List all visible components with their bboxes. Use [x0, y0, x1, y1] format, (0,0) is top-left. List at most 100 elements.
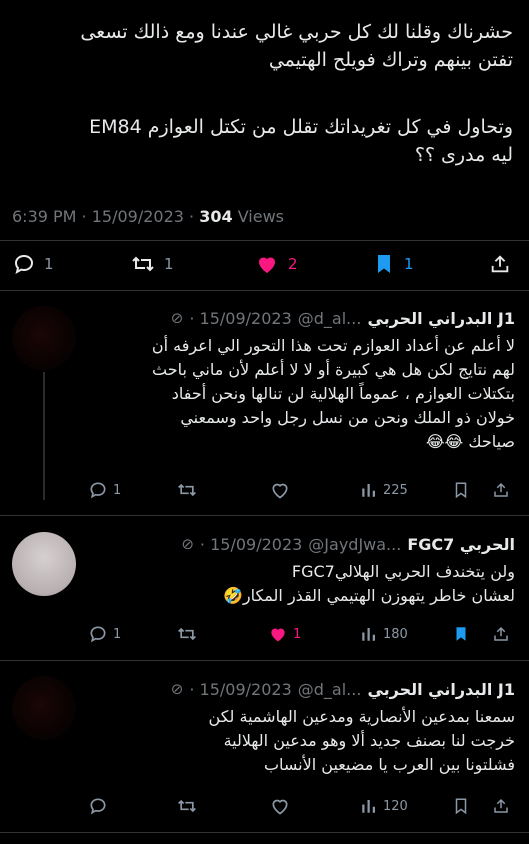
reply-handle[interactable]: @JaydJwa...	[308, 535, 401, 554]
like-button[interactable]	[270, 786, 290, 826]
bookmark-count: 1	[404, 255, 414, 273]
reply-icon	[90, 626, 106, 643]
avatar[interactable]	[12, 676, 76, 740]
grok-icon[interactable]: ⊘	[171, 309, 184, 327]
share-button[interactable]	[492, 470, 510, 510]
avatar[interactable]	[12, 306, 76, 370]
divider	[0, 832, 529, 833]
avatar[interactable]	[12, 532, 76, 596]
reply-text-line: بتكتلات العوازم ، عموماً الهلالية لن تنا…	[171, 384, 515, 403]
heart-filled-icon	[271, 628, 285, 642]
bookmark-icon	[455, 482, 467, 499]
bookmark-button[interactable]: 1	[372, 244, 414, 284]
grok-icon[interactable]: ⊘	[171, 680, 184, 698]
reply-header: ⊘ · 15/09/2023 @JaydJwa... FGC7 الحربي	[90, 531, 515, 557]
reply-button[interactable]	[88, 786, 108, 826]
reply-text: سمعنا بمدعين الأنصارية ومدعين الهاشمية ل…	[80, 705, 515, 777]
reply-date[interactable]: · 15/09/2023	[200, 535, 302, 554]
reply-text-line: صياحك 😂😂	[425, 432, 515, 451]
views-count: 225	[383, 482, 408, 498]
reply-text-line: لعشان خاطر يتهوزن الهتيمي القذر المكار🤣	[222, 586, 515, 605]
reply-text-line: سمعنا بمدعين الأنصارية ومدعين الهاشمية ل…	[208, 707, 515, 726]
views-label: Views	[232, 207, 284, 226]
reply-icon	[14, 254, 34, 275]
reply-text-line: خرجت لنا بصنف جديد ألا وهو مدعين الهلالي…	[223, 731, 515, 750]
reply-date[interactable]: · 15/09/2023	[189, 680, 291, 699]
divider	[0, 515, 529, 516]
analytics-icon	[362, 628, 375, 641]
views-count: 180	[383, 626, 408, 642]
reply-author-name[interactable]: FGC7 الحربي	[407, 535, 515, 554]
tweet-text-line: حشرناك وقلنا لك كل حربي غالي عندنا ومع ذ…	[80, 21, 513, 43]
share-icon	[491, 255, 509, 273]
heart-filled-icon	[259, 257, 275, 273]
reply-count: 1	[44, 255, 54, 273]
divider	[0, 290, 529, 291]
reply-header: ⊘ · 15/09/2023 @d_al... البدراني الحربي …	[90, 305, 515, 331]
reply-button[interactable]: 1	[88, 470, 121, 510]
bookmark-button[interactable]	[452, 786, 470, 826]
retweet-button[interactable]: 1	[130, 244, 174, 284]
share-icon	[494, 482, 508, 497]
reply-icon	[90, 482, 106, 499]
reply-date[interactable]: · 15/09/2023	[189, 309, 291, 328]
reply-text-line: خولان ذو الملك ونحن من نسل رجل واحد وسمع…	[180, 408, 515, 427]
reply-button[interactable]: 1	[88, 614, 121, 654]
reply-icon	[90, 798, 106, 815]
divider	[0, 240, 529, 241]
retweet-icon	[178, 627, 196, 641]
tweet-meta: 6:39 PM · 15/09/2023 · 304 Views	[12, 207, 284, 226]
retweet-count: 1	[164, 255, 174, 273]
like-count: 2	[288, 255, 298, 273]
bookmark-filled-icon	[456, 627, 466, 641]
retweet-icon	[132, 256, 154, 272]
retweet-icon	[178, 799, 196, 813]
analytics-icon	[362, 484, 375, 497]
reply-button[interactable]: 1	[12, 244, 54, 284]
like-button[interactable]: 2	[254, 244, 298, 284]
views-count: 120	[383, 798, 408, 814]
reply-handle[interactable]: @d_al...	[298, 309, 362, 328]
reply-text: ولن يتخندف الحربي الهلاليFGC7 لعشان خاطر…	[80, 560, 515, 608]
reply-author-name[interactable]: البدراني الحربي J1	[367, 680, 515, 699]
retweet-button[interactable]	[176, 470, 198, 510]
heart-icon	[272, 483, 288, 499]
bookmark-button[interactable]	[452, 470, 470, 510]
reply-header: ⊘ · 15/09/2023 @d_al... البدراني الحربي …	[90, 676, 515, 702]
tweet-text-line: ليه مدرى ؟؟	[414, 144, 513, 166]
views-button[interactable]: 180	[360, 614, 408, 654]
tweet-action-bar: 1 1 2 1	[0, 244, 529, 284]
reply-action-bar: 1 1 180	[0, 614, 529, 654]
bookmark-icon	[455, 798, 467, 815]
share-button[interactable]	[489, 244, 511, 284]
tweet-timestamp[interactable]: 6:39 PM · 15/09/2023 ·	[12, 207, 199, 226]
grok-icon[interactable]: ⊘	[181, 535, 194, 553]
reply-text-line: لهم نتايج لكن هل هي كبيرة أو لا لا أعلم …	[152, 360, 515, 379]
tweet-body-2: وتحاول في كل تغريداتك تقلل من تكتل العوا…	[14, 113, 513, 169]
reply-count: 1	[113, 626, 122, 642]
share-button[interactable]	[492, 786, 510, 826]
reply-handle[interactable]: @d_al...	[298, 680, 362, 699]
share-icon	[494, 626, 508, 641]
like-button[interactable]	[270, 470, 290, 510]
bookmark-filled-icon	[378, 255, 390, 273]
views-count: 304	[199, 207, 233, 226]
reply-text-line: فشلتونا بين العرب يا مضيعين الأنساب	[263, 755, 515, 774]
reply-author-name[interactable]: البدراني الحربي J1	[367, 309, 515, 328]
views-button[interactable]: 225	[360, 470, 408, 510]
share-button[interactable]	[492, 614, 510, 654]
reply-text-line: لا أعلم عن أعداد العوازم تحت هذا التحور …	[151, 336, 515, 355]
share-icon	[494, 798, 508, 813]
retweet-button[interactable]	[176, 786, 198, 826]
retweet-icon	[178, 483, 196, 497]
bookmark-button[interactable]	[452, 614, 470, 654]
reply-action-bar: 120	[0, 786, 529, 826]
views-button[interactable]: 120	[360, 786, 408, 826]
divider	[0, 660, 529, 661]
like-button[interactable]: 1	[268, 614, 301, 654]
retweet-button[interactable]	[176, 614, 198, 654]
tweet-text-line: تفتن بينهم وتراك فويلح الهتيمي	[268, 49, 513, 71]
like-count: 1	[293, 626, 302, 642]
reply-count: 1	[113, 482, 122, 498]
analytics-icon	[362, 800, 375, 813]
